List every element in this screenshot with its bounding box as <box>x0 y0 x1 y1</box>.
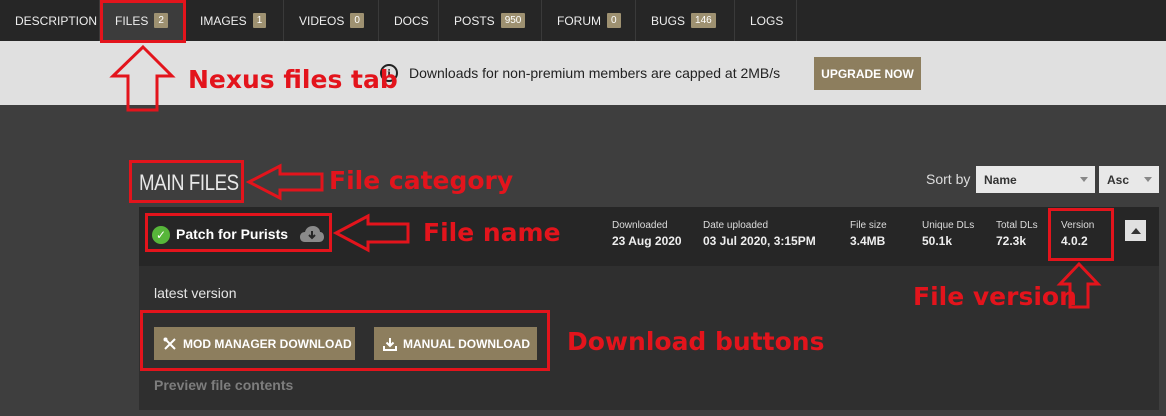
stat-unique-dls: Unique DLs 50.1k <box>922 220 974 248</box>
tab-logs[interactable]: LOGS <box>735 0 797 41</box>
stat-value: 23 Aug 2020 <box>612 234 682 248</box>
stat-value: 50.1k <box>922 234 953 248</box>
collapse-button[interactable] <box>1125 220 1146 241</box>
annotation-box-files-tab <box>100 0 186 43</box>
annotation-label-category: File category <box>329 166 514 195</box>
tab-label: POSTS <box>454 13 495 28</box>
tab-posts[interactable]: POSTS 950 <box>439 0 542 41</box>
stat-label: Date uploaded <box>703 220 769 231</box>
file-description: latest version <box>154 285 237 301</box>
tab-label: IMAGES <box>200 13 247 28</box>
tab-label: VIDEOS <box>299 13 345 28</box>
tab-images[interactable]: IMAGES 1 <box>185 0 284 41</box>
tab-count-badge: 1 <box>252 13 267 28</box>
annotation-label-version: File version <box>913 282 1077 311</box>
stat-label: File size <box>850 220 887 231</box>
tab-bugs[interactable]: BUGS 146 <box>636 0 735 41</box>
annotation-box-download-buttons <box>140 310 550 371</box>
tab-count-badge: 146 <box>691 13 716 28</box>
tab-count-badge: 950 <box>500 13 526 28</box>
sort-field-value: Name <box>984 172 1017 187</box>
tab-label: DOCS <box>394 13 429 28</box>
preview-file-contents-link[interactable]: Preview file contents <box>154 377 293 393</box>
tab-forum[interactable]: FORUM 0 <box>542 0 636 41</box>
annotation-label-files-tab: Nexus files tab <box>188 65 398 94</box>
stat-downloaded: Downloaded 23 Aug 2020 <box>612 220 682 248</box>
chevron-up-icon <box>1130 227 1141 234</box>
tab-label: FORUM <box>557 13 601 28</box>
sort-by-label: Sort by <box>926 171 971 187</box>
chevron-down-icon <box>1144 177 1152 182</box>
annotation-box-version <box>1048 208 1114 261</box>
tab-docs[interactable]: DOCS <box>379 0 439 41</box>
stat-total-dls: Total DLs 72.3k <box>996 220 1038 248</box>
sort-field-select[interactable]: Name <box>976 166 1095 193</box>
stat-label: Unique DLs <box>922 220 975 231</box>
stat-file-size: File size 3.4MB <box>850 220 887 248</box>
stat-date-uploaded: Date uploaded 03 Jul 2020, 3:15PM <box>703 220 816 248</box>
banner-message: Downloads for non-premium members are ca… <box>409 65 781 81</box>
tab-label: LOGS <box>750 13 784 28</box>
tab-count-badge: 0 <box>350 13 364 28</box>
annotation-label-file-name: File name <box>423 218 561 247</box>
stat-label: Downloaded <box>612 220 668 231</box>
annotation-box-file-name <box>145 213 332 252</box>
stat-value: 72.3k <box>996 234 1027 248</box>
upgrade-now-button[interactable]: UPGRADE NOW <box>814 57 921 90</box>
arrow-left-category <box>245 163 324 201</box>
stat-value: 3.4MB <box>850 234 886 248</box>
tab-count-badge: 0 <box>607 13 621 28</box>
stat-value: 03 Jul 2020, 3:15PM <box>703 234 816 248</box>
sort-direction-select[interactable]: Asc <box>1099 166 1159 193</box>
tab-label: DESCRIPTION <box>15 13 98 28</box>
tab-description[interactable]: DESCRIPTION <box>0 0 100 41</box>
annotation-box-category <box>129 160 244 203</box>
tab-videos[interactable]: VIDEOS 0 <box>284 0 379 41</box>
annotation-label-buttons: Download buttons <box>567 327 825 356</box>
stat-label: Total DLs <box>996 220 1038 231</box>
chevron-down-icon <box>1080 177 1088 182</box>
tab-label: BUGS <box>651 13 686 28</box>
sort-direction-value: Asc <box>1107 172 1130 187</box>
